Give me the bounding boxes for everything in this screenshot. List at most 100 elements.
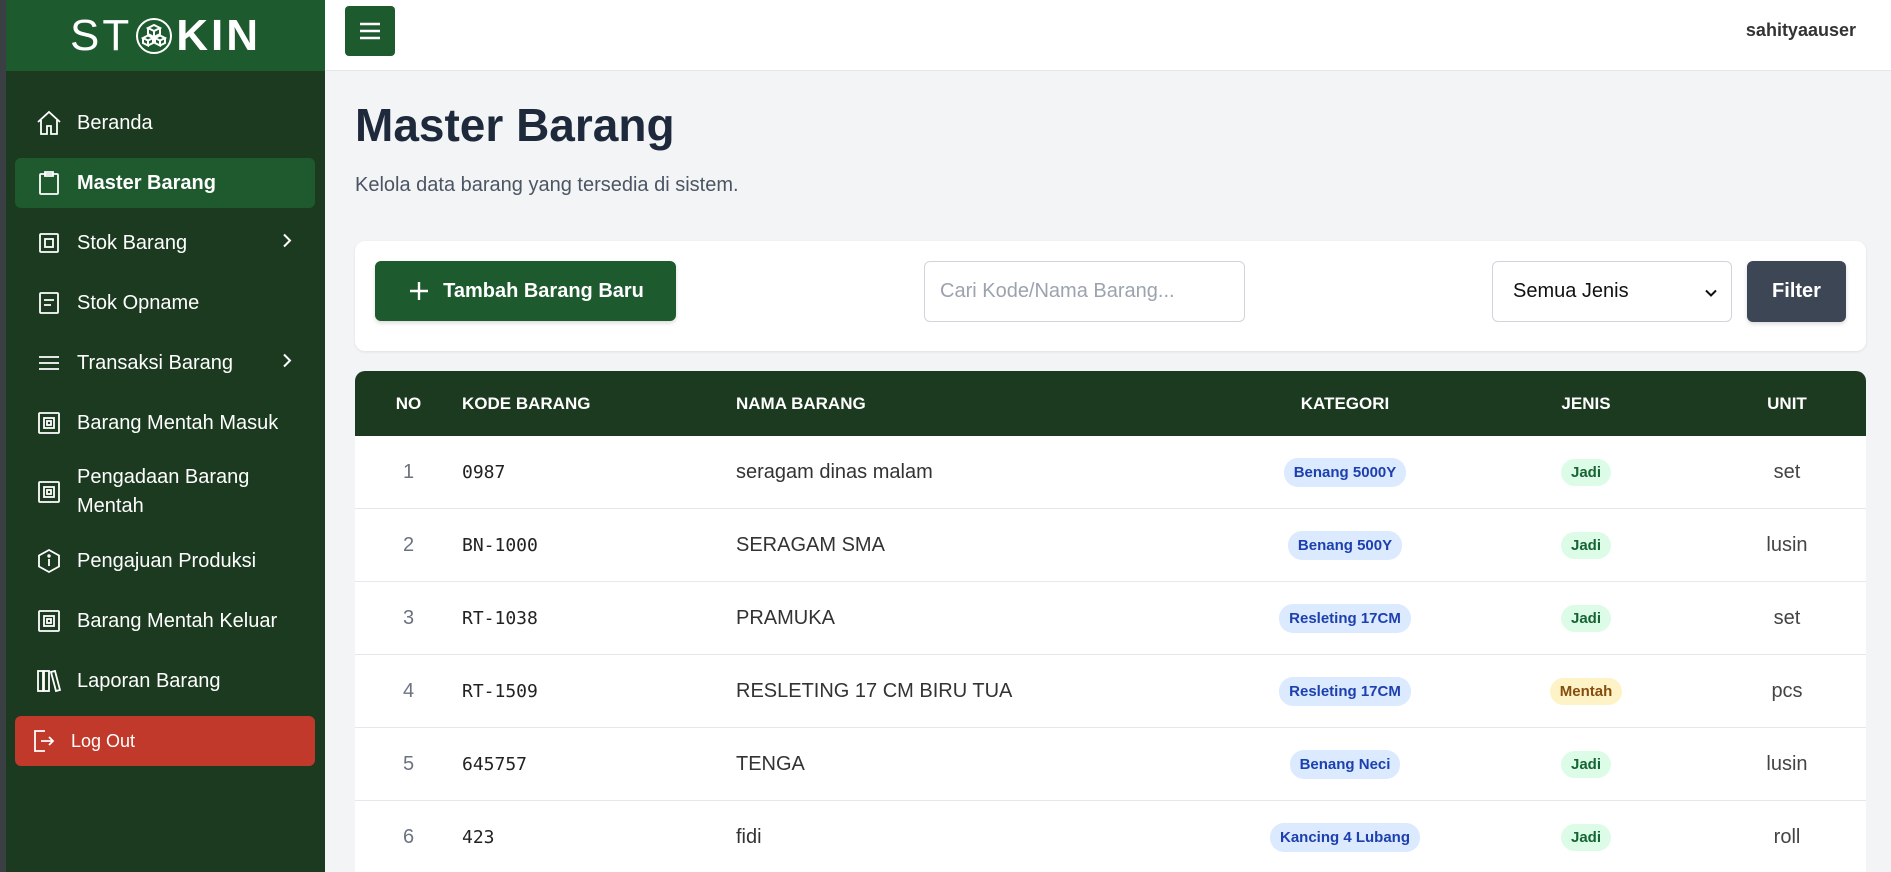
clipboard-icon — [35, 169, 63, 197]
table-row[interactable]: 1 0987 seragam dinas malam Benang 5000Y … — [355, 436, 1866, 509]
app-logo[interactable]: ST KIN — [70, 11, 261, 61]
hamburger-icon — [360, 22, 380, 40]
table-row[interactable]: 2 BN-1000 SERAGAM SMA Benang 500Y Jadi l… — [355, 509, 1866, 582]
cell-jenis: Jadi — [1464, 750, 1708, 778]
table-header: NO KODE BARANG NAMA BARANG KATEGORI JENI… — [355, 371, 1866, 436]
chevron-right-icon — [281, 232, 293, 255]
sidebar-item-label: Pengajuan Produksi — [77, 549, 257, 572]
table-row[interactable]: 3 RT-1038 PRAMUKA Resleting 17CM Jadi se… — [355, 582, 1866, 655]
logo-text-right: KIN — [176, 10, 261, 60]
items-table: NO KODE BARANG NAMA BARANG KATEGORI JENI… — [355, 371, 1866, 872]
sidebar-item-label: Barang Mentah Keluar — [77, 609, 278, 632]
header-kode[interactable]: KODE BARANG — [462, 394, 736, 414]
top-bar: sahityaauser — [325, 0, 1891, 71]
cell-jenis: Jadi — [1464, 604, 1708, 632]
kategori-badge: Resleting 17CM — [1279, 603, 1411, 633]
cell-kode: RT-1038 — [462, 607, 538, 629]
sidebar-item-barang-mentah-masuk[interactable]: Barang Mentah Masuk — [15, 398, 315, 448]
chevron-down-icon — [1705, 280, 1717, 303]
sidebar-item-stok-opname[interactable]: Stok Opname — [15, 278, 315, 328]
kategori-badge: Benang 500Y — [1287, 530, 1403, 560]
jenis-badge: Jadi — [1560, 531, 1611, 559]
cell-nama: PRAMUKA — [736, 606, 835, 629]
cell-nama: SERAGAM SMA — [736, 533, 885, 556]
search-input[interactable] — [924, 261, 1245, 322]
cell-unit: set — [1773, 606, 1801, 629]
cell-nama: RESLETING 17 CM BIRU TUA — [736, 679, 1013, 702]
jenis-badge: Jadi — [1560, 823, 1611, 851]
hamburger-menu-button[interactable] — [345, 6, 395, 56]
logout-button[interactable]: Log Out — [15, 716, 315, 766]
add-item-button[interactable]: Tambah Barang Baru — [375, 261, 676, 321]
header-unit[interactable]: UNIT — [1708, 394, 1866, 414]
hexagon-info-icon — [35, 547, 63, 575]
box-icon — [35, 229, 63, 257]
logo-text-left: ST — [69, 10, 133, 60]
cell-kode: 0987 — [462, 461, 506, 483]
sidebar-item-pengajuan-produksi[interactable]: Pengajuan Produksi — [15, 536, 315, 586]
user-name[interactable]: sahityaauser — [1746, 20, 1856, 41]
table-row[interactable]: 5 645757 TENGA Benang Neci Jadi lusin — [355, 728, 1866, 801]
cell-nama: TENGA — [736, 752, 805, 775]
cell-kategori: Benang 500Y — [1226, 530, 1464, 560]
header-nama[interactable]: NAMA BARANG — [736, 394, 1226, 414]
cell-jenis: Jadi — [1464, 458, 1708, 486]
table-row[interactable]: 4 RT-1509 RESLETING 17 CM BIRU TUA Resle… — [355, 655, 1866, 728]
sidebar-item-stok-barang[interactable]: Stok Barang — [15, 218, 315, 268]
sidebar-item-beranda[interactable]: Beranda — [15, 98, 315, 148]
logout-icon — [29, 727, 57, 755]
cell-kode: BN-1000 — [462, 534, 538, 556]
sidebar-item-laporan-barang[interactable]: Laporan Barang — [15, 656, 315, 706]
sidebar-edge — [0, 0, 6, 872]
kategori-badge: Benang 5000Y — [1283, 457, 1407, 487]
cell-unit: pcs — [1771, 679, 1803, 702]
sidebar-item-pengadaan-barang-mentah[interactable]: Pengadaan Barang Mentah — [15, 458, 315, 526]
header-jenis[interactable]: JENIS — [1464, 394, 1708, 414]
chevron-right-icon — [281, 352, 293, 375]
cell-no: 2 — [402, 533, 415, 556]
sidebar-item-label: Pengadaan Barang Mentah — [77, 466, 250, 517]
sidebar-item-master-barang[interactable]: Master Barang — [15, 158, 315, 208]
add-item-label: Tambah Barang Baru — [443, 279, 644, 302]
kategori-badge: Kancing 4 Lubang — [1269, 822, 1420, 852]
cell-kode: 423 — [462, 826, 495, 848]
cell-no: 1 — [402, 460, 415, 483]
jenis-select-value: Semua Jenis — [1513, 280, 1629, 302]
page-title: Master Barang — [355, 99, 675, 151]
cell-nama: fidi — [736, 825, 762, 848]
table-row[interactable]: 6 423 fidi Kancing 4 Lubang Jadi roll — [355, 801, 1866, 872]
sidebar-item-label: Stok Barang — [77, 231, 188, 254]
cell-kategori: Benang 5000Y — [1226, 457, 1464, 487]
sidebar-item-label: Beranda — [77, 111, 153, 134]
jenis-badge: Jadi — [1560, 750, 1611, 778]
cell-nama: seragam dinas malam — [736, 460, 933, 483]
plus-icon — [410, 282, 429, 300]
cell-no: 4 — [402, 679, 415, 702]
jenis-select[interactable]: Semua Jenis — [1492, 261, 1732, 322]
cell-kode: 645757 — [462, 753, 528, 775]
cell-kategori: Resleting 17CM — [1226, 603, 1464, 633]
logo-boxes-icon — [136, 17, 173, 54]
cell-unit: lusin — [1766, 533, 1808, 556]
sidebar-nav: Beranda Master Barang Stok Barang Stok O… — [15, 98, 315, 776]
cell-unit: lusin — [1766, 752, 1808, 775]
cell-no: 3 — [402, 606, 415, 629]
filter-button[interactable]: Filter — [1747, 261, 1846, 322]
logout-label: Log Out — [71, 730, 136, 751]
sidebar-item-label: Stok Opname — [77, 291, 200, 314]
cell-kategori: Benang Neci — [1226, 749, 1464, 779]
cell-no: 5 — [402, 752, 415, 775]
books-icon — [35, 667, 63, 695]
sidebar-item-transaksi-barang[interactable]: Transaksi Barang — [15, 338, 315, 388]
sidebar-item-barang-mentah-keluar[interactable]: Barang Mentah Keluar — [15, 596, 315, 646]
sidebar: ST KIN Beranda Master Barang Stok Barang… — [0, 0, 325, 872]
page-subtitle: Kelola data barang yang tersedia di sist… — [355, 174, 739, 196]
header-no[interactable]: NO — [355, 394, 462, 414]
box-inbox-icon — [35, 409, 63, 437]
cell-jenis: Jadi — [1464, 531, 1708, 559]
box-inbox-icon — [35, 607, 63, 635]
cell-jenis: Jadi — [1464, 823, 1708, 851]
header-kategori[interactable]: KATEGORI — [1226, 394, 1464, 414]
cell-kode: RT-1509 — [462, 680, 538, 702]
logo-bar: ST KIN — [6, 0, 325, 71]
